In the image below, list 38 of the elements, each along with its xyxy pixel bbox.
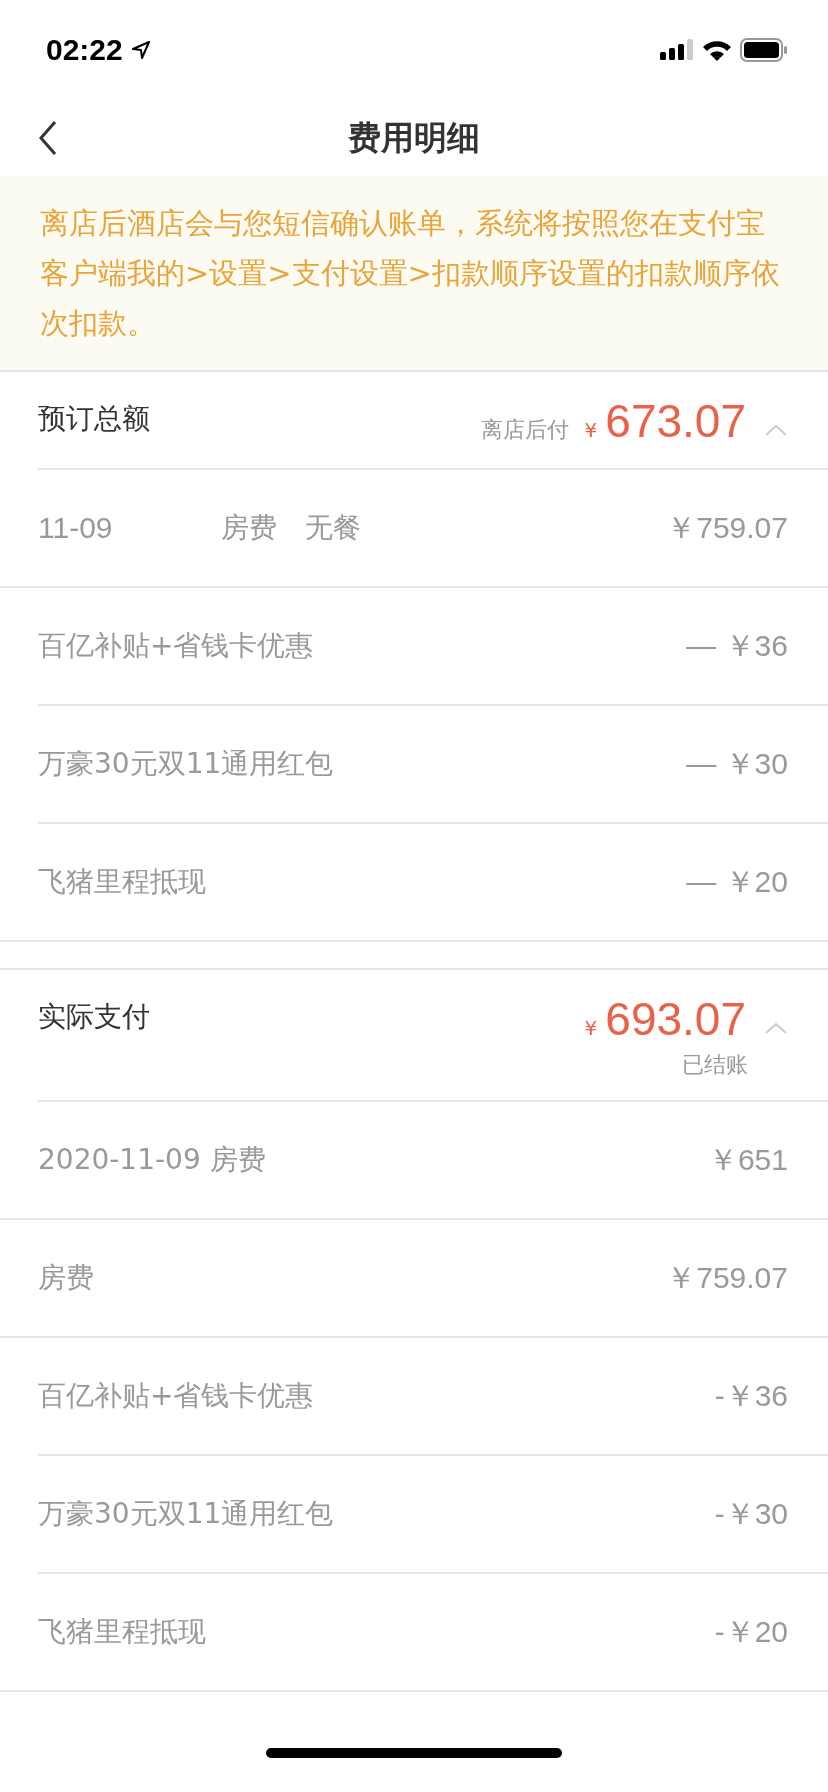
row-amount: -￥36 bbox=[714, 1377, 788, 1414]
status-time: 02:22 bbox=[46, 33, 123, 67]
row-amount: — ￥20 bbox=[686, 863, 788, 900]
back-icon[interactable] bbox=[38, 120, 58, 156]
currency-sign: ¥ bbox=[584, 418, 598, 442]
payment-note: 离店后付 bbox=[480, 416, 569, 444]
row-amount: ￥759.07 bbox=[666, 509, 788, 546]
row-amount: ￥759.07 bbox=[666, 1259, 788, 1296]
row-label: 百亿补贴+省钱卡优惠 bbox=[38, 1378, 314, 1414]
row-label: 飞猪里程抵现 bbox=[38, 1614, 206, 1650]
notice-banner: 离店后酒店会与您短信确认账单，系统将按照您在支付宝客户端我的>设置>支付设置>扣款顺序设置的扣款顺序依次扣款。 bbox=[0, 176, 828, 372]
row-amount: — ￥30 bbox=[686, 745, 788, 782]
row-label: 万豪30元双11通用红包 bbox=[38, 1496, 334, 1532]
row-label: 房费 bbox=[221, 510, 277, 546]
chevron-up-icon[interactable] bbox=[764, 423, 788, 437]
row-label: 飞猪里程抵现 bbox=[38, 864, 206, 900]
row-label: 万豪30元双11通用红包 bbox=[38, 746, 334, 782]
battery-icon bbox=[740, 38, 788, 62]
currency-sign: ¥ bbox=[584, 1016, 598, 1040]
total-amount: 693.07 bbox=[605, 992, 746, 1046]
row-label: 房费 bbox=[38, 1260, 94, 1296]
row-amount: ￥651 bbox=[707, 1141, 788, 1178]
page-title: 费用明细 bbox=[348, 116, 480, 159]
section-label: 实际支付 bbox=[38, 999, 150, 1035]
location-arrow-icon bbox=[130, 40, 151, 60]
section-label: 预订总额 bbox=[38, 401, 150, 437]
signal-icon bbox=[660, 39, 694, 61]
row-amount: — ￥36 bbox=[686, 627, 788, 664]
row-amount: -￥20 bbox=[714, 1613, 788, 1650]
row-amount: -￥30 bbox=[714, 1495, 788, 1532]
chevron-up-icon[interactable] bbox=[764, 1021, 788, 1035]
row-label: 百亿补贴+省钱卡优惠 bbox=[38, 628, 314, 664]
row-date: 11-09 bbox=[38, 511, 114, 545]
total-amount: 673.07 bbox=[605, 394, 746, 448]
wifi-icon bbox=[702, 39, 732, 61]
row-label: 无餐 bbox=[305, 510, 361, 546]
payment-status: 已结账 bbox=[682, 1051, 748, 1079]
row-label: 2020-11-09 房费 bbox=[38, 1142, 266, 1178]
